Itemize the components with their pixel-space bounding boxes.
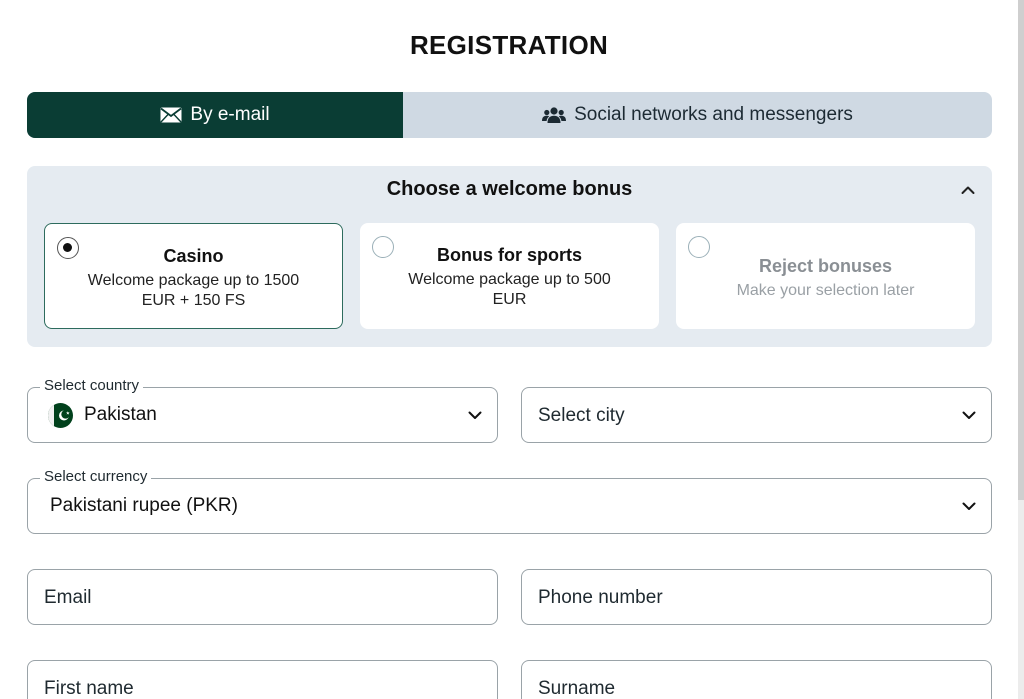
page-title: REGISTRATION bbox=[409, 30, 609, 60]
bonus-option-title: Casino bbox=[163, 246, 224, 266]
radio-button[interactable] bbox=[688, 236, 710, 258]
tab-label: By e-mail bbox=[190, 104, 270, 125]
first-name-field[interactable]: First name bbox=[27, 660, 498, 699]
radio-button[interactable] bbox=[372, 236, 394, 258]
scrollbar-track[interactable] bbox=[1018, 0, 1024, 699]
bonus-option-title: Bonus for sports bbox=[436, 245, 582, 265]
tab-by-email[interactable]: By e-mail bbox=[27, 92, 403, 138]
tab-social-networks[interactable]: Social networks and messengers bbox=[403, 92, 992, 138]
bonus-option-reject[interactable]: Reject bonuses Make your selection later bbox=[676, 223, 975, 329]
bonus-option-sports[interactable]: Bonus for sports Welcome package up to 5… bbox=[360, 223, 659, 329]
registration-method-tabs: By e-mail Social networks and messengers bbox=[27, 92, 992, 138]
pakistan-flag-icon bbox=[48, 403, 73, 428]
bonus-option-title: Reject bonuses bbox=[758, 256, 893, 276]
bonus-option-description: Make your selection later bbox=[736, 282, 915, 299]
users-icon bbox=[542, 106, 567, 124]
scrollbar-thumb[interactable] bbox=[1018, 0, 1024, 500]
envelope-icon bbox=[160, 107, 182, 123]
welcome-bonus-panel: Choose a welcome bonus Casino Welcome pa… bbox=[27, 166, 992, 347]
phone-placeholder: Phone number bbox=[538, 587, 663, 608]
country-label: Select country bbox=[40, 377, 144, 394]
currency-value: Pakistani rupee (PKR) bbox=[50, 495, 238, 516]
email-placeholder: Email bbox=[44, 587, 92, 608]
chevron-down-icon bbox=[962, 502, 976, 510]
radio-button[interactable] bbox=[57, 237, 79, 259]
bonus-option-description: Welcome package up to 1500 EUR + 150 FS bbox=[87, 272, 300, 309]
city-placeholder: Select city bbox=[538, 405, 625, 426]
country-value: Pakistan bbox=[84, 404, 157, 425]
bonus-option-casino[interactable]: Casino Welcome package up to 1500 EUR + … bbox=[44, 223, 343, 329]
bonus-heading: Choose a welcome bonus bbox=[386, 178, 633, 200]
phone-number-field[interactable]: Phone number bbox=[521, 569, 992, 625]
chevron-down-icon bbox=[962, 411, 976, 419]
registration-dialog: REGISTRATION By e-mail Social networks a… bbox=[0, 0, 1018, 699]
email-field[interactable]: Email bbox=[27, 569, 498, 625]
currency-select[interactable]: Select currency Pakistani rupee (PKR) bbox=[27, 468, 992, 534]
surname-field[interactable]: Surname bbox=[521, 660, 992, 699]
chevron-up-icon[interactable] bbox=[960, 182, 976, 198]
city-select[interactable]: Select city bbox=[521, 387, 992, 443]
chevron-down-icon bbox=[468, 411, 482, 419]
tab-label: Social networks and messengers bbox=[574, 104, 853, 125]
country-select[interactable]: Select country Pakistan bbox=[27, 377, 498, 443]
currency-label: Select currency bbox=[40, 468, 152, 485]
bonus-option-description: Welcome package up to 500 EUR bbox=[408, 271, 611, 308]
first-name-placeholder: First name bbox=[44, 678, 134, 699]
surname-placeholder: Surname bbox=[538, 678, 616, 699]
